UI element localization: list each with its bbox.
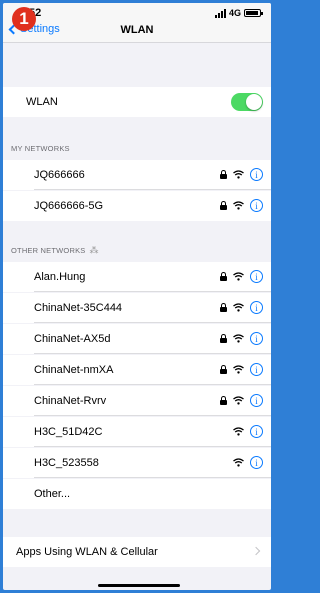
row-divider — [34, 353, 271, 354]
network-icons: i — [220, 363, 263, 376]
my-networks-header-label: MY NETWORKS — [11, 144, 70, 153]
info-icon[interactable]: i — [250, 199, 263, 212]
network-row[interactable]: ChinaNet-AX5d i — [3, 324, 271, 354]
wifi-signal-icon — [233, 396, 244, 405]
loading-spinner-icon: ⁂ — [89, 245, 99, 255]
lock-icon — [220, 272, 227, 281]
lock-icon — [220, 201, 227, 210]
row-divider — [34, 384, 271, 385]
home-indicator — [98, 584, 180, 587]
lock-icon — [220, 334, 227, 343]
info-icon[interactable]: i — [250, 168, 263, 181]
step-number-badge: 1 — [12, 7, 36, 31]
info-icon[interactable]: i — [250, 456, 263, 469]
network-icons: i — [220, 168, 263, 181]
wifi-signal-icon — [233, 365, 244, 374]
network-name: ChinaNet-Rvrv — [34, 395, 107, 407]
phone-screen: 52 4G 1 Settings WLAN WLAN MY NETWORKS J… — [3, 3, 271, 590]
network-name: JQ666666-5G — [34, 200, 104, 212]
lock-icon — [220, 365, 227, 374]
info-icon[interactable]: i — [250, 301, 263, 314]
my-networks-header: MY NETWORKS — [11, 144, 70, 153]
info-icon[interactable]: i — [250, 332, 263, 345]
network-name: Alan.Hung — [34, 271, 86, 283]
lock-icon — [220, 396, 227, 405]
chevron-right-icon — [251, 546, 261, 556]
page-title: WLAN — [120, 24, 154, 36]
info-icon[interactable]: i — [250, 363, 263, 376]
network-icons: i — [220, 301, 263, 314]
network-name: JQ666666 — [34, 169, 85, 181]
battery-icon — [244, 9, 263, 17]
row-divider — [34, 446, 271, 447]
network-row[interactable]: H3C_51D42C i — [3, 417, 271, 447]
wifi-signal-icon — [233, 201, 244, 210]
network-name: ChinaNet-35C444 — [34, 302, 123, 314]
other-networks-header: OTHER NETWORKS ⁂ — [11, 245, 99, 256]
apps-using-wlan-label: Apps Using WLAN & Cellular — [16, 546, 158, 558]
row-divider — [34, 322, 271, 323]
info-icon[interactable]: i — [250, 270, 263, 283]
other-networks-header-label: OTHER NETWORKS — [11, 246, 86, 255]
status-indicators: 4G — [214, 8, 263, 18]
wifi-signal-icon — [233, 458, 244, 467]
network-name: H3C_523558 — [34, 457, 99, 469]
navigation-bar: Settings WLAN — [3, 21, 271, 43]
network-row[interactable]: ChinaNet-nmXA i — [3, 355, 271, 385]
row-divider — [34, 477, 271, 478]
wifi-signal-icon — [233, 170, 244, 179]
network-type: 4G — [228, 8, 241, 18]
row-divider — [34, 291, 271, 292]
row-divider — [34, 189, 271, 190]
lock-icon — [220, 303, 227, 312]
network-icons: i — [233, 425, 263, 438]
network-name: ChinaNet-AX5d — [34, 333, 111, 345]
wlan-toggle-row: WLAN — [3, 87, 271, 117]
wifi-signal-icon — [233, 272, 244, 281]
wifi-signal-icon — [233, 334, 244, 343]
lock-icon — [220, 170, 227, 179]
network-icons: i — [220, 199, 263, 212]
network-icons: i — [220, 270, 263, 283]
network-row[interactable]: JQ666666-5G i — [3, 191, 271, 221]
row-divider — [34, 415, 271, 416]
info-icon[interactable]: i — [250, 425, 263, 438]
network-row[interactable]: Alan.Hung i — [3, 262, 271, 292]
network-row[interactable]: ChinaNet-35C444 i — [3, 293, 271, 323]
network-row[interactable]: Other... — [3, 479, 271, 509]
network-row[interactable]: JQ666666 i — [3, 160, 271, 190]
wlan-toggle[interactable] — [231, 93, 263, 111]
wlan-label: WLAN — [26, 96, 58, 108]
info-icon[interactable]: i — [250, 394, 263, 407]
network-icons: i — [233, 456, 263, 469]
wifi-signal-icon — [233, 303, 244, 312]
network-icons: i — [220, 394, 263, 407]
network-name: Other... — [34, 488, 71, 500]
network-name: H3C_51D42C — [34, 426, 103, 438]
apps-using-wlan-row[interactable]: Apps Using WLAN & Cellular — [3, 537, 271, 567]
network-row[interactable]: ChinaNet-Rvrv i — [3, 386, 271, 416]
network-name: ChinaNet-nmXA — [34, 364, 114, 376]
cellular-signal-icon — [214, 8, 226, 18]
network-row[interactable]: H3C_523558 i — [3, 448, 271, 478]
wifi-signal-icon — [233, 427, 244, 436]
network-icons: i — [220, 332, 263, 345]
